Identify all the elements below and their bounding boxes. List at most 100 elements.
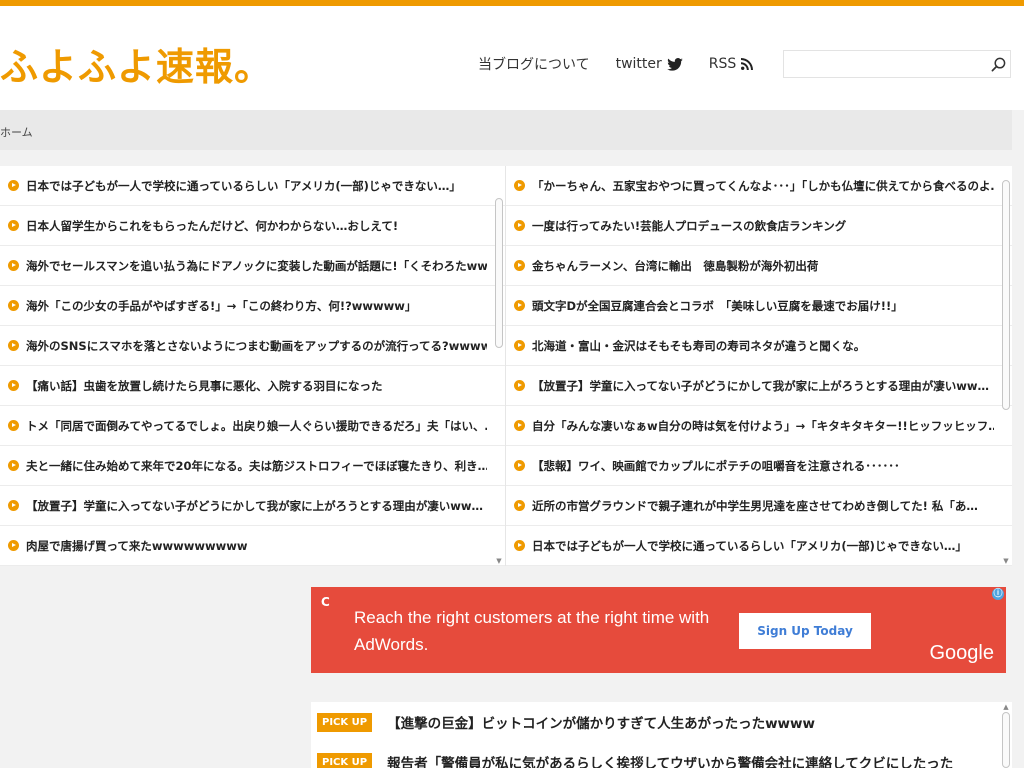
circle-arrow-icon [8, 300, 19, 311]
feed-item[interactable]: 肉屋で唐揚げ買って来たwwwwwwwww [0, 526, 505, 566]
feed-item-title: 自分「みんな凄いなぁw自分の時は気を付けよう」→「キタキタキター!!ヒッフッヒッ… [532, 418, 994, 433]
feed-item[interactable]: 頭文字Dが全国豆腐連合会とコラボ 「美味しい豆腐を最速でお届け!!」 [506, 286, 1012, 326]
circle-arrow-icon [8, 460, 19, 471]
circle-arrow-icon [514, 460, 525, 471]
scrollbar-thumb[interactable] [1002, 180, 1010, 410]
feed-item-title: 「かーちゃん、五家宝おやつに買ってくんなよ･･･」「しかも仏壇に供えてから食べる… [532, 178, 994, 193]
feed-left-scrollbar[interactable]: ▼ [494, 180, 504, 566]
feed-item[interactable]: 【悲報】ワイ、映画館でカップルにポテチの咀嚼音を注意される･･････ [506, 446, 1012, 486]
feed-item-title: 【放置子】学童に入ってない子がどうにかして我が家に上がろうとする理由が凄いww… [532, 378, 989, 393]
circle-arrow-icon [8, 380, 19, 391]
feed-item-title: 頭文字Dが全国豆腐連合会とコラボ 「美味しい豆腐を最速でお届け!!」 [532, 298, 903, 313]
feed-item[interactable]: 日本人留学生からこれをもらったんだけど、何かわからない…おしえて! [0, 206, 505, 246]
feed-item-title: トメ「同居で面倒みてやってるでしょ。出戻り娘一人ぐらい援助できるだろ」夫「はい、… [26, 418, 487, 433]
google-logo: Google [929, 642, 995, 664]
feed-item-title: 海外「この少女の手品がやばすぎる!」→「この終わり方、何!?wwwww」 [26, 298, 417, 313]
antenna-feeds: 日本では子どもが一人で学校に通っているらしい「アメリカ(一部)じゃできない…」 … [0, 166, 1012, 566]
circle-arrow-icon [514, 220, 525, 231]
circle-arrow-icon [8, 500, 19, 511]
ad-headline: Reach the right customers at the right t… [354, 608, 710, 654]
site-header: ふよふよ速報。 当ブログについて twitter RSS [0, 6, 1024, 110]
feed-column-right: 「かーちゃん、五家宝おやつに買ってくんなよ･･･」「しかも仏壇に供えてから食べる… [506, 166, 1012, 566]
pickup-item[interactable]: PICK UP 報告者「警備員が私に気があるらしく挨拶してウザいから警備会社に連… [311, 742, 1012, 768]
feed-list-right: 「かーちゃん、五家宝おやつに買ってくんなよ･･･」「しかも仏壇に供えてから食べる… [506, 166, 1012, 566]
nav-about[interactable]: 当ブログについて [478, 54, 590, 74]
nav-twitter[interactable]: twitter [616, 56, 683, 72]
feed-item[interactable]: 自分「みんな凄いなぁw自分の時は気を付けよう」→「キタキタキター!!ヒッフッヒッ… [506, 406, 1012, 446]
search-box [783, 50, 1011, 78]
scrollbar-thumb[interactable] [1002, 712, 1010, 768]
circle-arrow-icon [514, 300, 525, 311]
search-icon[interactable] [986, 57, 1010, 72]
feed-item[interactable]: 海外「この少女の手品がやばすぎる!」→「この終わり方、何!?wwwww」 [0, 286, 505, 326]
circle-arrow-icon [514, 260, 525, 271]
scrollbar-thumb[interactable] [495, 198, 503, 348]
circle-arrow-icon [514, 180, 525, 191]
feed-item[interactable]: 【放置子】学童に入ってない子がどうにかして我が家に上がろうとする理由が凄いww… [0, 486, 505, 526]
feed-item[interactable]: 近所の市営グラウンドで親子連れが中学生男児達を座させてわめき倒してた! 私「あ… [506, 486, 1012, 526]
feed-item[interactable]: 「かーちゃん、五家宝おやつに買ってくんなよ･･･」「しかも仏壇に供えてから食べる… [506, 166, 1012, 206]
feed-item-title: 日本では子どもが一人で学校に通っているらしい「アメリカ(一部)じゃできない…」 [532, 538, 967, 553]
circle-arrow-icon [8, 260, 19, 271]
feed-item-title: 海外のSNSにスマホを落とさないようにつまむ動画をアップするのが流行ってる?ww… [26, 338, 487, 353]
nav-twitter-label: twitter [615, 56, 662, 72]
feed-item[interactable]: 【放置子】学童に入ってない子がどうにかして我が家に上がろうとする理由が凄いww… [506, 366, 1012, 406]
circle-arrow-icon [514, 420, 525, 431]
ad-refresh-icon[interactable]: C [321, 595, 330, 609]
feed-item[interactable]: 日本では子どもが一人で学校に通っているらしい「アメリカ(一部)じゃできない…」 [506, 526, 1012, 566]
feed-item-title: 日本では子どもが一人で学校に通っているらしい「アメリカ(一部)じゃできない…」 [26, 178, 461, 193]
feed-item[interactable]: 北海道・富山・金沢はそもそも寿司の寿司ネタが違うと聞くな。 [506, 326, 1012, 366]
feed-item-title: 【悲報】ワイ、映画館でカップルにポテチの咀嚼音を注意される･･････ [532, 458, 900, 473]
site-logo[interactable]: ふよふよ速報。 [0, 36, 273, 91]
nav-about-label: 当ブログについて [478, 57, 590, 73]
circle-arrow-icon [8, 420, 19, 431]
pickup-item-title: 【進撃の巨金】ビットコインが儲かりすぎて人生あがったったwwww [387, 716, 815, 732]
circle-arrow-icon [514, 500, 525, 511]
feed-item-title: 金ちゃんラーメン、台湾に輸出 徳島製粉が海外初出荷 [532, 258, 819, 273]
rss-icon [741, 58, 754, 70]
breadcrumb: ホーム [0, 110, 1012, 150]
scroll-up-arrow-icon[interactable]: ▲ [1001, 702, 1011, 712]
feed-item[interactable]: 日本では子どもが一人で学校に通っているらしい「アメリカ(一部)じゃできない…」 [0, 166, 505, 206]
circle-arrow-icon [8, 180, 19, 191]
pickup-badge: PICK UP [317, 712, 373, 732]
scroll-down-arrow-icon[interactable]: ▼ [494, 556, 504, 566]
pickup-list: PICK UP 【進撃の巨金】ビットコインが儲かりすぎて人生あがったったwwww… [311, 702, 1012, 768]
feed-item-title: 北海道・富山・金沢はそもそも寿司の寿司ネタが違うと聞くな。 [532, 338, 866, 353]
feed-item-title: 【放置子】学童に入ってない子がどうにかして我が家に上がろうとする理由が凄いww… [26, 498, 483, 513]
circle-arrow-icon [8, 540, 19, 551]
search-input[interactable] [784, 51, 986, 77]
ad-info-icon[interactable]: ⓘ [992, 588, 1004, 600]
feed-item[interactable]: 金ちゃんラーメン、台湾に輸出 徳島製粉が海外初出荷 [506, 246, 1012, 286]
circle-arrow-icon [514, 340, 525, 351]
feed-list-left: 日本では子どもが一人で学校に通っているらしい「アメリカ(一部)じゃできない…」 … [0, 166, 505, 566]
feed-item-title: 【痛い話】虫歯を放置し続けたら見事に悪化、入院する羽目になった [26, 378, 383, 393]
feed-right-scrollbar[interactable]: ▼ [1001, 180, 1011, 566]
adwords-banner[interactable]: C ⓘ Reach the right customers at the rig… [311, 587, 1006, 673]
twitter-icon [666, 57, 683, 71]
feed-item[interactable]: トメ「同居で面倒みてやってるでしょ。出戻り娘一人ぐらい援助できるだろ」夫「はい、… [0, 406, 505, 446]
feed-item-title: 海外でセールスマンを追い払う為にドアノックに変装した動画が話題に!「くそわろたw… [26, 258, 487, 273]
circle-arrow-icon [514, 380, 525, 391]
feed-column-left: 日本では子どもが一人で学校に通っているらしい「アメリカ(一部)じゃできない…」 … [0, 166, 506, 566]
scroll-down-arrow-icon[interactable]: ▼ [1001, 556, 1011, 566]
pickup-item[interactable]: PICK UP 【進撃の巨金】ビットコインが儲かりすぎて人生あがったったwwww [311, 702, 1012, 742]
pickup-scrollbar[interactable]: ▲ [1001, 702, 1011, 768]
pickup-badge: PICK UP [317, 752, 373, 768]
pickup-item-title: 報告者「警備員が私に気があるらしく挨拶してウザいから警備会社に連絡してクビにした… [387, 756, 954, 768]
feed-item-title: 一度は行ってみたい!芸能人プロデュースの飲食店ランキング [532, 218, 847, 233]
feed-item[interactable]: 海外のSNSにスマホを落とさないようにつまむ動画をアップするのが流行ってる?ww… [0, 326, 505, 366]
nav-rss[interactable]: RSS [709, 56, 754, 72]
breadcrumb-home[interactable]: ホーム [0, 126, 33, 139]
circle-arrow-icon [8, 340, 19, 351]
feed-item[interactable]: 【痛い話】虫歯を放置し続けたら見事に悪化、入院する羽目になった [0, 366, 505, 406]
feed-item-title: 夫と一緒に住み始めて来年で20年になる。夫は筋ジストロフィーでほぼ寝たきり、利き… [26, 458, 487, 473]
feed-item[interactable]: 夫と一緒に住み始めて来年で20年になる。夫は筋ジストロフィーでほぼ寝たきり、利き… [0, 446, 505, 486]
sign-up-button[interactable]: Sign Up Today [739, 613, 871, 649]
feed-item[interactable]: 一度は行ってみたい!芸能人プロデュースの飲食店ランキング [506, 206, 1012, 246]
feed-item[interactable]: 海外でセールスマンを追い払う為にドアノックに変装した動画が話題に!「くそわろたw… [0, 246, 505, 286]
nav-rss-label: RSS [708, 56, 737, 72]
feed-item-title: 日本人留学生からこれをもらったんだけど、何かわからない…おしえて! [26, 218, 399, 233]
circle-arrow-icon [514, 540, 525, 551]
main-nav: 当ブログについて twitter RSS [478, 54, 779, 74]
